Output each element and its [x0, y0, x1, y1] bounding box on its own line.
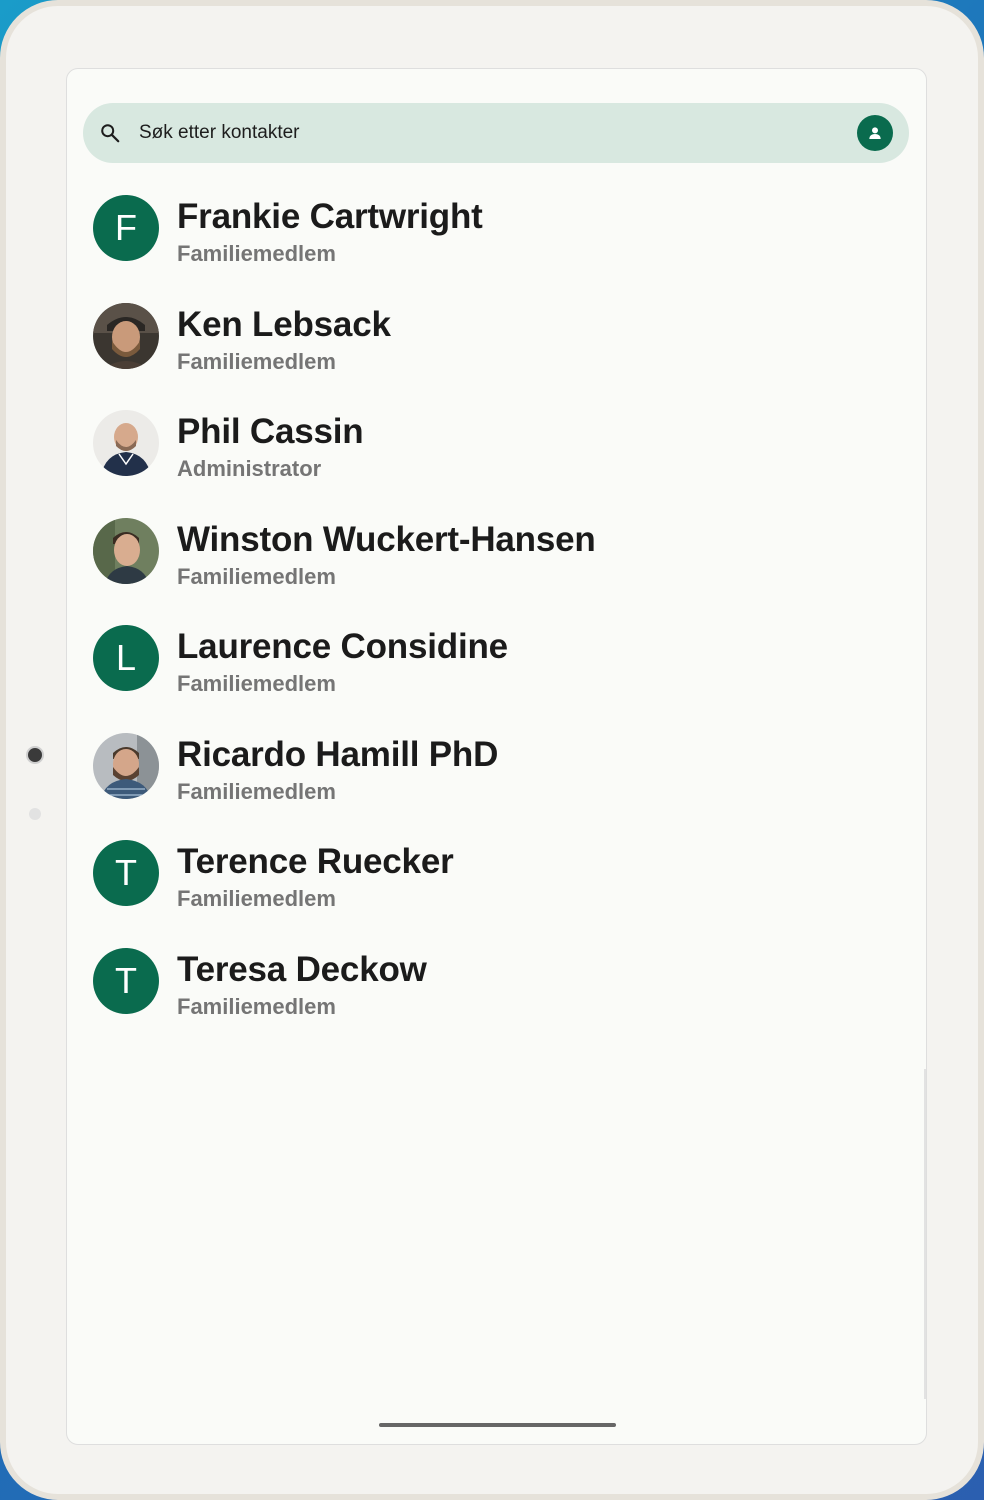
contact-role: Familiemedlem: [177, 886, 336, 911]
contact-item[interactable]: Winston Wuckert-Hansen Familiemedlem: [67, 510, 926, 618]
contact-name: Ken Lebsack: [177, 304, 391, 344]
account-icon: [869, 127, 881, 139]
account-button[interactable]: [857, 115, 893, 151]
scroll-edge: [924, 1069, 926, 1399]
contact-role: Administrator: [177, 456, 322, 481]
avatar-initial: T: [115, 959, 137, 1001]
contact-name: Winston Wuckert-Hansen: [177, 519, 596, 559]
app-screen: F Frankie Cartwright Familiemedlem: [66, 68, 927, 1445]
avatar: T: [93, 947, 159, 1014]
contact-name: Frankie Cartwright: [177, 197, 483, 236]
contact-item[interactable]: T Terence Ruecker Familiemedlem: [67, 832, 926, 940]
light-sensor: [29, 808, 41, 820]
contact-name: Terence Ruecker: [177, 842, 454, 881]
tablet-frame: F Frankie Cartwright Familiemedlem: [0, 0, 984, 1500]
front-camera: [26, 746, 44, 764]
contact-item[interactable]: F Frankie Cartwright Familiemedlem: [67, 187, 926, 295]
avatar: L: [93, 625, 159, 691]
avatar: [93, 410, 159, 476]
contact-name: Phil Cassin: [177, 412, 364, 451]
avatar-initial: L: [115, 637, 137, 678]
contact-name: Teresa Deckow: [177, 949, 427, 989]
contact-list: F Frankie Cartwright Familiemedlem Ken L…: [67, 187, 926, 1047]
search-input[interactable]: [139, 103, 819, 163]
contact-role: Familiemedlem: [177, 993, 336, 1019]
search-icon: [101, 124, 120, 143]
search-bar[interactable]: [83, 103, 909, 163]
avatar-initial: F: [115, 207, 137, 248]
avatar: F: [93, 195, 159, 261]
contact-item[interactable]: Phil Cassin Administrator: [67, 402, 926, 510]
avatar-photo: [93, 410, 159, 476]
contact-role: Familiemedlem: [177, 671, 336, 696]
contact-role: Familiemedlem: [177, 563, 336, 589]
home-indicator[interactable]: [379, 1423, 616, 1427]
avatar-photo: [93, 732, 159, 799]
contact-name: Laurence Considine: [177, 627, 508, 666]
contact-role: Familiemedlem: [177, 241, 336, 266]
avatar-photo: [93, 517, 159, 584]
contact-item[interactable]: Ken Lebsack Familiemedlem: [67, 295, 926, 403]
avatar-initial: T: [115, 852, 137, 893]
contact-name: Ricardo Hamill PhD: [177, 734, 499, 774]
contact-role: Familiemedlem: [177, 778, 336, 804]
contact-item[interactable]: T Teresa Deckow Familiemedlem: [67, 940, 926, 1048]
avatar: T: [93, 840, 159, 906]
contact-item[interactable]: Ricardo Hamill PhD Familiemedlem: [67, 725, 926, 833]
avatar: [93, 517, 159, 584]
avatar: [93, 732, 159, 799]
avatar: [93, 302, 159, 369]
contact-role: Familiemedlem: [177, 348, 336, 374]
contact-item[interactable]: L Laurence Considine Familiemedlem: [67, 617, 926, 725]
avatar-photo: [93, 302, 159, 369]
